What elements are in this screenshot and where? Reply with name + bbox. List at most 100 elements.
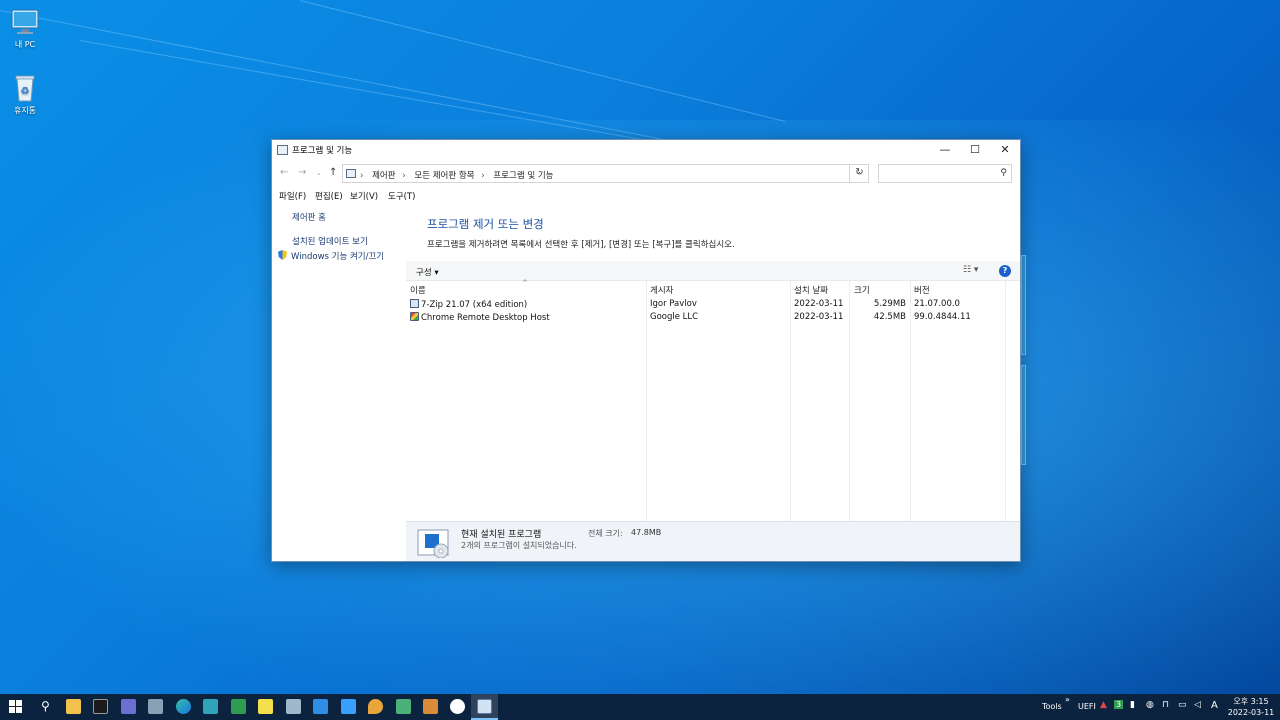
column-header-name[interactable]: 이름 [410, 284, 426, 296]
menu-edit[interactable]: 편집(E) [315, 190, 343, 202]
program-version: 21.07.00.0 [914, 299, 960, 309]
address-row: ← → ⌄ ↑ › 제어판 › 모든 제어판 항목 › 프로그램 및 기능 ⌄ … [272, 162, 1020, 186]
windows-logo-icon [9, 700, 22, 713]
minimize-button[interactable]: — [930, 140, 960, 160]
breadcrumb-separator: › [402, 171, 406, 181]
program-size: 42.5MB [873, 312, 906, 322]
clock[interactable]: 오후 3:15 2022-03-11 [1226, 696, 1276, 718]
title-bar[interactable]: 프로그램 및 기능 — ☐ ✕ [272, 140, 1020, 160]
window-title: 프로그램 및 기능 [292, 146, 353, 156]
tray-badge[interactable]: 3 [1114, 700, 1124, 709]
taskbar-app-terminal[interactable] [87, 694, 114, 720]
address-bar[interactable]: › 제어판 › 모든 제어판 항목 › 프로그램 및 기능 ⌄ [342, 164, 869, 183]
sidebar-link-home[interactable]: 제어판 홈 [292, 211, 326, 223]
breadcrumb-item[interactable]: 프로그램 및 기능 [493, 171, 553, 181]
maximize-button[interactable]: ☐ [960, 140, 990, 160]
menu-tools[interactable]: 도구(T) [388, 190, 415, 202]
device-manager-icon [148, 699, 163, 714]
help-icon[interactable]: ? [999, 265, 1011, 277]
recent-locations-chevron-icon[interactable]: ⌄ [316, 169, 322, 177]
search-icon: ⚲ [41, 699, 50, 713]
column-divider [790, 281, 791, 521]
taskbar-app-photos[interactable] [335, 694, 362, 720]
page-title: 프로그램 제거 또는 변경 [427, 217, 544, 231]
chrome-remote-desktop-icon [410, 312, 419, 321]
taskbar-app-edge[interactable] [170, 694, 197, 720]
column-header-size[interactable]: 크기 [854, 284, 870, 296]
page-description: 프로그램을 제거하려면 목록에서 선택한 후 [제거], [변경] 또는 [복구… [427, 240, 735, 250]
taskbar-app-network[interactable] [390, 694, 417, 720]
registry-icon [121, 699, 136, 714]
column-header-publisher[interactable]: 게시자 [650, 284, 673, 296]
clock-date: 2022-03-11 [1227, 708, 1275, 717]
view-options-button[interactable]: ☷ ▾ [963, 265, 978, 275]
taskbar-app-file-explorer[interactable] [60, 694, 87, 720]
battery-icon[interactable]: ▭ [1178, 700, 1187, 710]
program-list: ^ 이름 게시자 설치 날짜 크기 버전 7-Zip 21.07 (x64 ed… [406, 279, 1020, 521]
taskbar-app-power[interactable] [444, 694, 471, 720]
close-button[interactable]: ✕ [990, 140, 1020, 160]
desktop-icon-label: 휴지통 [13, 106, 37, 115]
taskbar-app-desktop[interactable] [307, 694, 334, 720]
tray-uefi-label[interactable]: UEFI [1078, 702, 1096, 711]
column-header-version[interactable]: 버전 [914, 284, 930, 296]
menu-view[interactable]: 보기(V) [350, 190, 378, 202]
snap-edge-decoration [1021, 365, 1026, 465]
chevron-up-icon[interactable]: » [1065, 695, 1070, 704]
edge-icon [176, 699, 191, 714]
ime-indicator[interactable]: A [1211, 700, 1218, 711]
volume-muted-icon[interactable]: ◁ [1194, 700, 1201, 710]
program-name: 7-Zip 21.07 (x64 edition) [421, 300, 528, 310]
7zip-icon [410, 299, 419, 308]
sidebar-link-updates[interactable]: 설치된 업데이트 보기 [292, 235, 368, 247]
usb-icon[interactable]: ▮ [1130, 700, 1135, 710]
notes-icon [258, 699, 273, 714]
taskbar-app-notes[interactable] [252, 694, 279, 720]
start-button[interactable] [2, 694, 29, 720]
taskbar-app-drop[interactable] [362, 694, 389, 720]
breadcrumb-item[interactable]: 제어판 [372, 171, 395, 181]
taskbar-app-device-manager[interactable] [142, 694, 169, 720]
snap-edge-decoration [1021, 255, 1026, 355]
refresh-button[interactable]: ↻ [849, 164, 869, 183]
column-header-install-date[interactable]: 설치 날짜 [794, 284, 828, 296]
remote-icon [203, 699, 218, 714]
back-arrow-icon[interactable]: ← [280, 167, 288, 178]
globe-icon[interactable]: ◍ [1146, 700, 1154, 710]
taskbar-app-installer[interactable] [417, 694, 444, 720]
taskbar-app-registry[interactable] [115, 694, 142, 720]
menu-bar: 파일(F) 편집(E) 보기(V) 도구(T) [272, 187, 1020, 203]
lock-icon[interactable]: ⊓ [1162, 700, 1169, 710]
tray-tools-label[interactable]: Tools [1042, 702, 1062, 711]
breadcrumb-item[interactable]: 모든 제어판 항목 [414, 171, 474, 181]
desktop-icon-label: 내 PC [14, 40, 36, 49]
power-icon [450, 699, 465, 714]
photos-icon [341, 699, 356, 714]
taskbar-app-remote[interactable] [197, 694, 224, 720]
menu-file[interactable]: 파일(F) [279, 190, 306, 202]
forward-arrow-icon[interactable]: → [298, 167, 306, 178]
program-install-date: 2022-03-11 [794, 312, 844, 322]
taskbar-app-control-panel[interactable] [471, 694, 498, 720]
taskbar-app-tool[interactable] [280, 694, 307, 720]
search-icon: ⚲ [1000, 168, 1007, 178]
drop-icon [368, 699, 383, 714]
up-arrow-icon[interactable]: ↑ [329, 167, 337, 178]
details-total-size-value: 47.8MB [631, 528, 662, 537]
shield-icon [278, 250, 287, 260]
program-version: 99.0.4844.11 [914, 312, 971, 322]
program-name-cell: Chrome Remote Desktop Host [410, 312, 550, 323]
recycle-bin-icon: ♻ [10, 74, 40, 102]
taskbar-search-button[interactable]: ⚲ [33, 694, 60, 720]
taskbar-app-sheet[interactable] [225, 694, 252, 720]
search-input[interactable]: ⚲ [878, 164, 1012, 183]
desktop-icon-recycle-bin[interactable]: ♻ 휴지통 [0, 74, 50, 116]
organize-button[interactable]: 구성 ▾ [416, 266, 439, 278]
desktop-icon-my-pc[interactable]: 내 PC [0, 8, 50, 50]
control-panel-icon [346, 169, 356, 178]
sidebar-link-windows-features[interactable]: Windows 기능 켜기/끄기 [278, 250, 384, 262]
folder-icon [66, 699, 81, 714]
network-icon [396, 699, 411, 714]
program-size: 5.29MB [873, 299, 906, 309]
alert-icon[interactable]: ▲ [1100, 700, 1107, 710]
